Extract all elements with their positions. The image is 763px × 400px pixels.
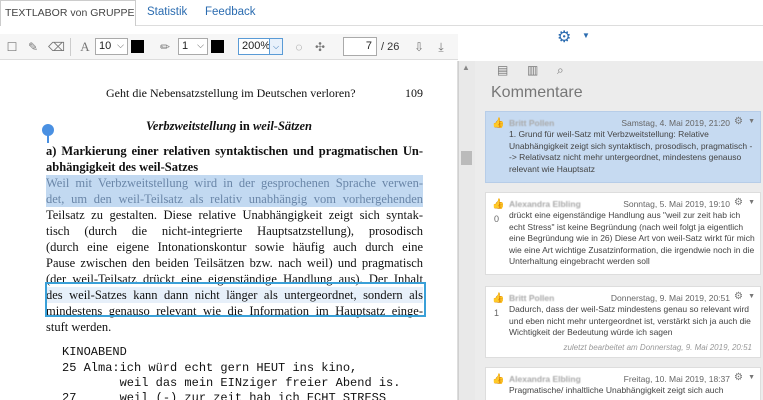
thumbs-up-icon[interactable]: 👍 bbox=[492, 118, 504, 129]
document-icon[interactable]: ▥ bbox=[527, 63, 538, 77]
comments-title: Kommentare bbox=[491, 84, 583, 101]
comment-text: Pragmatische/ inhaltliche Unabhängigkeit… bbox=[509, 385, 724, 395]
comment-text: drückt eine eigenständige Handlung aus "… bbox=[509, 210, 755, 266]
stroke-width-select[interactable]: 1 ⌵ bbox=[178, 38, 208, 55]
comment-date: Donnerstag, 9. Mai 2019, 20:51 bbox=[610, 293, 730, 303]
text-line: a) Markierung einer relativen syntaktisc… bbox=[46, 144, 423, 158]
text-line: (durch eine eigene Intonationskontur sow… bbox=[46, 240, 423, 254]
text-color-swatch[interactable] bbox=[131, 40, 144, 53]
highlighted-line[interactable]: Weil mit Verbzweitstellung wird in der g… bbox=[46, 175, 423, 191]
thumbs-up-icon[interactable]: 👍 bbox=[492, 199, 504, 210]
comment-text: 1. Grund für weil-Satz mit Verbzweitstel… bbox=[509, 129, 753, 174]
page-total: / 26 bbox=[381, 41, 400, 53]
document-viewer[interactable]: Geht die Nebensatzstellung im Deutschen … bbox=[0, 61, 458, 400]
nav-link-feedback[interactable]: Feedback bbox=[205, 6, 256, 18]
highlighted-line[interactable]: det, um den weil-Teilsatz als relativ un… bbox=[46, 191, 423, 207]
scrollbar-thumb[interactable] bbox=[461, 151, 472, 165]
book-icon[interactable]: ▤ bbox=[497, 63, 508, 77]
selection-box[interactable] bbox=[45, 282, 426, 317]
comment-text: Dadurch, dass der weil-Satz mindestens g… bbox=[509, 304, 751, 337]
pencil-icon[interactable]: ✏ bbox=[158, 40, 172, 54]
page-number-input[interactable]: 7 bbox=[343, 37, 377, 56]
brush-icon[interactable]: ✎ bbox=[26, 40, 40, 54]
comment-card[interactable]: 👍 Alexandra Elbling Freitag, 10. Mai 201… bbox=[485, 367, 761, 400]
eraser-icon[interactable]: ⌫ bbox=[48, 40, 65, 54]
text-line: Pause zwischen den beiden Teilsätzen bzw… bbox=[46, 256, 423, 270]
settings-gear-icon[interactable]: ⚙ bbox=[557, 27, 571, 47]
app-brand-tab[interactable]: TEXTLABOR von GRUPPE ... bbox=[0, 0, 136, 26]
comment-card[interactable]: 👍 0 Alexandra Elbling Sonntag, 5. Mai 20… bbox=[485, 192, 761, 275]
chevron-down-icon[interactable]: ⌵ bbox=[269, 39, 282, 54]
comments-pane: ▤ ▥ ⌕ Kommentare 👍 Britt Pollen Samstag,… bbox=[475, 61, 763, 400]
annotation-toolbar: ☐ ✎ ⌫ A 10 ⌵ ✏ 1 ⌵ 200% ⌵ ◌ ✣ 7 / 26 ⇩ ⤓ bbox=[0, 34, 458, 60]
comment-gear-icon[interactable]: ⚙ bbox=[734, 291, 743, 302]
stroke-width-value: 1 bbox=[182, 40, 189, 52]
zoom-value: 200% bbox=[242, 40, 271, 52]
font-size-select[interactable]: 10 ⌵ bbox=[95, 38, 128, 55]
settings-caret-icon[interactable]: ▼ bbox=[582, 31, 590, 40]
font-icon[interactable]: A bbox=[78, 40, 92, 54]
scroll-up-icon[interactable]: ▲ bbox=[462, 63, 470, 72]
top-nav: TEXTLABOR von GRUPPE ... Statistik Feedb… bbox=[0, 0, 763, 26]
comment-date: Sonntag, 5. Mai 2019, 19:10 bbox=[623, 199, 730, 209]
thumbs-up-icon[interactable]: 👍 bbox=[492, 293, 504, 304]
transcript-line: KINOABEND bbox=[62, 345, 127, 359]
hide-icon[interactable]: ◌ bbox=[292, 40, 306, 54]
vote-count: 1 bbox=[494, 308, 500, 318]
comment-card[interactable]: 👍 1 Britt Pollen Donnerstag, 9. Mai 2019… bbox=[485, 286, 761, 358]
toolbar-divider bbox=[70, 38, 71, 56]
zoom-select[interactable]: 200% ⌵ bbox=[238, 38, 283, 55]
comment-card[interactable]: 👍 Britt Pollen Samstag, 4. Mai 2019, 21:… bbox=[485, 111, 761, 183]
vote-count: 0 bbox=[494, 214, 500, 224]
section-title-part: in bbox=[236, 119, 253, 133]
chevron-down-icon: ⌵ bbox=[117, 40, 124, 50]
thumbs-up-icon[interactable]: 👍 bbox=[492, 374, 504, 385]
shrink-icon[interactable]: ✣ bbox=[313, 40, 327, 54]
text-line: Teilsatz zu gestalten. Diese relative Un… bbox=[46, 208, 423, 222]
chevron-down-icon[interactable]: ▼ bbox=[748, 118, 755, 125]
comment-author: Alexandra Elbling bbox=[509, 374, 581, 384]
text-line: stuft werden. bbox=[46, 320, 112, 334]
square-icon[interactable]: ☐ bbox=[5, 40, 19, 54]
chevron-down-icon[interactable]: ▼ bbox=[748, 199, 755, 206]
nav-link-statistik[interactable]: Statistik bbox=[147, 6, 187, 18]
stroke-color-swatch[interactable] bbox=[211, 40, 224, 53]
download-icon[interactable]: ⤓ bbox=[434, 40, 448, 54]
comment-date: Samstag, 4. Mai 2019, 21:20 bbox=[621, 118, 730, 128]
section-title: Verbzweitstellung in weil-Sätzen bbox=[0, 119, 457, 134]
transcript-line: 27 weil (-) zur zeit hab ich ECHT STRESS bbox=[62, 391, 387, 400]
document-scrollbar[interactable] bbox=[458, 61, 475, 400]
comment-author: Britt Pollen bbox=[509, 118, 555, 128]
section-title-part: Verbzweitstellung bbox=[145, 119, 237, 133]
text-line: abhängigkeit des weil-Satzes bbox=[46, 160, 199, 174]
comment-date: Freitag, 10. Mai 2019, 18:37 bbox=[623, 374, 730, 384]
annotation-pin-stem bbox=[47, 135, 49, 143]
comment-edited-note: zuletzt bearbeitet am Donnerstag, 9. Mai… bbox=[563, 343, 752, 352]
download-page-icon[interactable]: ⇩ bbox=[412, 40, 426, 54]
chevron-down-icon[interactable]: ▼ bbox=[748, 374, 755, 381]
section-title-part: weil-Sätzen bbox=[252, 119, 313, 133]
comment-gear-icon[interactable]: ⚙ bbox=[734, 372, 743, 383]
text-line: tisch (durch die nicht-integrierte Haupt… bbox=[46, 224, 423, 238]
chevron-down-icon: ⌵ bbox=[197, 40, 204, 50]
running-header-title: Geht die Nebensatzstellung im Deutschen … bbox=[106, 86, 356, 100]
comment-gear-icon[interactable]: ⚙ bbox=[734, 197, 743, 208]
chevron-down-icon[interactable]: ▼ bbox=[748, 293, 755, 300]
transcript-line: weil das mein EINziger freier Abend is. bbox=[62, 376, 401, 390]
comment-author: Alexandra Elbling bbox=[509, 199, 581, 209]
comment-author: Britt Pollen bbox=[509, 293, 555, 303]
transcript-line: 25 Alma:ich würd echt gern HEUT ins kino… bbox=[62, 361, 358, 375]
search-icon[interactable]: ⌕ bbox=[557, 63, 564, 78]
comment-gear-icon[interactable]: ⚙ bbox=[734, 116, 743, 127]
running-header-page: 109 bbox=[405, 86, 423, 100]
font-size-value: 10 bbox=[99, 40, 112, 52]
